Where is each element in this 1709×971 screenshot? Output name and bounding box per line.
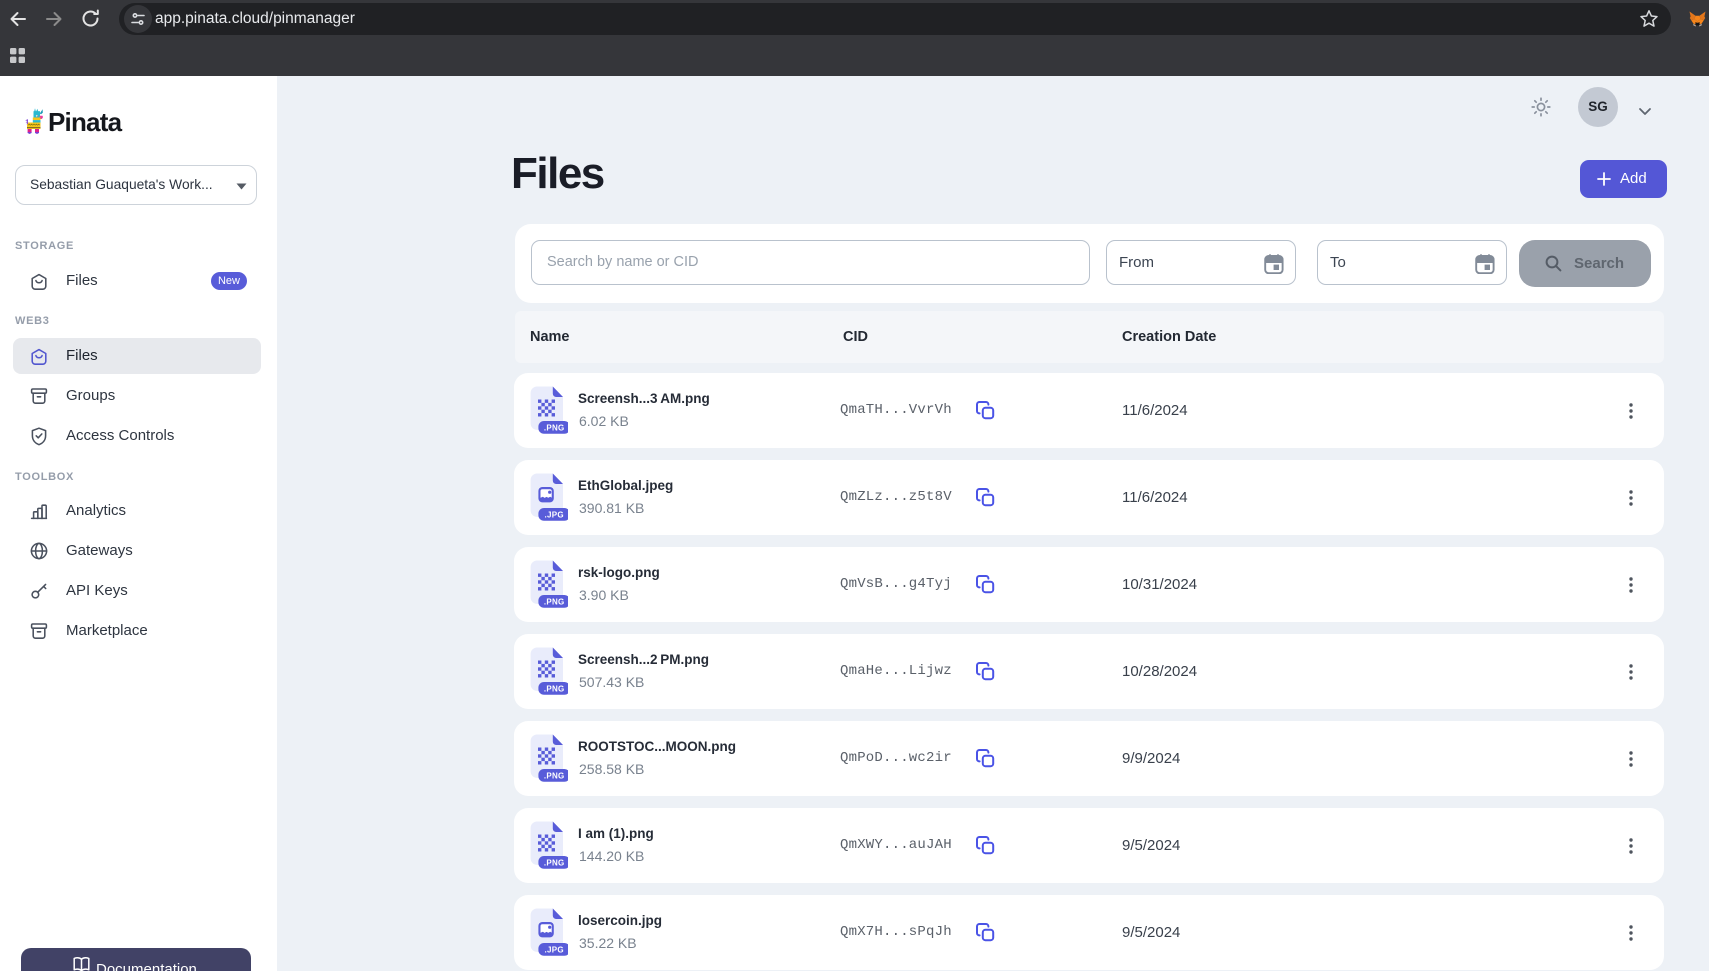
svg-text:.JPG: .JPG bbox=[544, 945, 563, 954]
svg-text:.PNG: .PNG bbox=[544, 423, 565, 432]
svg-text:.PNG: .PNG bbox=[544, 597, 565, 606]
svg-text:.PNG: .PNG bbox=[544, 858, 565, 867]
svg-text:.JPG: .JPG bbox=[544, 510, 563, 519]
svg-text:.PNG: .PNG bbox=[544, 771, 565, 780]
svg-text:.PNG: .PNG bbox=[544, 684, 565, 693]
